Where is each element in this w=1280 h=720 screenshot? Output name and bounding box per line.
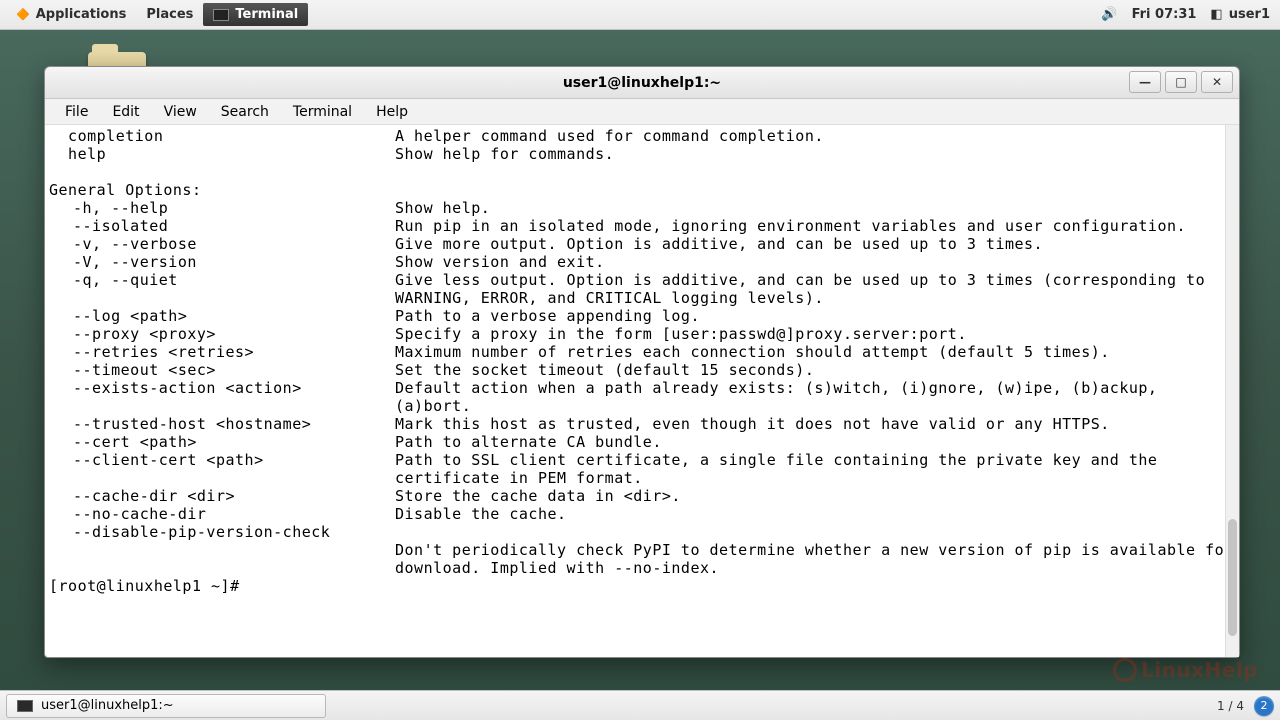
option-row: --no-cache-dirDisable the cache. bbox=[49, 505, 1235, 523]
activities-icon: 🔶 bbox=[16, 8, 30, 21]
applications-label: Applications bbox=[36, 7, 127, 22]
top-panel: 🔶 Applications Places Terminal 🔊 Fri 07:… bbox=[0, 0, 1280, 30]
window-title: user1@linuxhelp1:~ bbox=[563, 75, 721, 91]
option-row-trailing: Don't periodically check PyPI to determi… bbox=[49, 541, 1235, 577]
active-app-menu[interactable]: Terminal bbox=[203, 3, 308, 26]
terminal-output[interactable]: completionA helper command used for comm… bbox=[45, 125, 1239, 657]
watermark-logo: LinuxHelp bbox=[1113, 658, 1258, 682]
option-row: --exists-action <action>Default action w… bbox=[49, 379, 1235, 415]
shell-prompt[interactable]: [root@linuxhelp1 ~]# bbox=[49, 577, 1235, 595]
bottom-panel: user1@linuxhelp1:~ 1 / 4 2 bbox=[0, 690, 1280, 720]
workspace-switcher[interactable]: 2 bbox=[1254, 696, 1274, 716]
watermark-circle-icon bbox=[1113, 658, 1137, 682]
window-titlebar[interactable]: user1@linuxhelp1:~ — □ ✕ bbox=[45, 67, 1239, 99]
scrollbar-thumb[interactable] bbox=[1228, 519, 1237, 636]
taskbar-terminal[interactable]: user1@linuxhelp1:~ bbox=[6, 694, 326, 718]
active-app-label: Terminal bbox=[235, 7, 298, 22]
maximize-button[interactable]: □ bbox=[1165, 71, 1197, 93]
places-label: Places bbox=[146, 7, 193, 22]
option-row: --timeout <sec>Set the socket timeout (d… bbox=[49, 361, 1235, 379]
option-row: --cert <path>Path to alternate CA bundle… bbox=[49, 433, 1235, 451]
user-label: user1 bbox=[1229, 7, 1270, 22]
option-row: -h, --helpShow help. bbox=[49, 199, 1235, 217]
option-row: --cache-dir <dir>Store the cache data in… bbox=[49, 487, 1235, 505]
option-row: -V, --versionShow version and exit. bbox=[49, 253, 1235, 271]
user-switch-icon: ◧ bbox=[1210, 7, 1222, 22]
terminal-icon bbox=[213, 9, 229, 21]
option-row: --disable-pip-version-check bbox=[49, 523, 1235, 541]
menu-file[interactable]: File bbox=[53, 101, 100, 123]
taskbar-label: user1@linuxhelp1:~ bbox=[41, 698, 174, 713]
close-button[interactable]: ✕ bbox=[1201, 71, 1233, 93]
workspace-indicator[interactable]: 1 / 4 bbox=[1217, 699, 1244, 713]
menu-view[interactable]: View bbox=[152, 101, 209, 123]
menu-help[interactable]: Help bbox=[364, 101, 420, 123]
places-menu[interactable]: Places bbox=[136, 3, 203, 26]
option-row: --client-cert <path>Path to SSL client c… bbox=[49, 451, 1235, 487]
watermark-text: LinuxHelp bbox=[1141, 658, 1258, 682]
command-row: helpShow help for commands. bbox=[49, 145, 1235, 163]
minimize-button[interactable]: — bbox=[1129, 71, 1161, 93]
scrollbar[interactable] bbox=[1225, 125, 1239, 657]
option-row: --proxy <proxy>Specify a proxy in the fo… bbox=[49, 325, 1235, 343]
menu-search[interactable]: Search bbox=[209, 101, 281, 123]
section-header: General Options: bbox=[49, 181, 1235, 199]
clock[interactable]: Fri 07:31 bbox=[1132, 7, 1197, 22]
option-row: -v, --verboseGive more output. Option is… bbox=[49, 235, 1235, 253]
option-row: --log <path>Path to a verbose appending … bbox=[49, 307, 1235, 325]
terminal-icon bbox=[17, 700, 33, 712]
option-row: --isolatedRun pip in an isolated mode, i… bbox=[49, 217, 1235, 235]
menu-terminal[interactable]: Terminal bbox=[281, 101, 364, 123]
option-row: --trusted-host <hostname>Mark this host … bbox=[49, 415, 1235, 433]
volume-icon[interactable]: 🔊 bbox=[1101, 7, 1117, 22]
terminal-window: user1@linuxhelp1:~ — □ ✕ File Edit View … bbox=[44, 66, 1240, 658]
menubar: File Edit View Search Terminal Help bbox=[45, 99, 1239, 125]
applications-menu[interactable]: 🔶 Applications bbox=[6, 3, 136, 26]
option-row: --retries <retries>Maximum number of ret… bbox=[49, 343, 1235, 361]
command-row: completionA helper command used for comm… bbox=[49, 127, 1235, 145]
option-row: -q, --quietGive less output. Option is a… bbox=[49, 271, 1235, 307]
user-menu[interactable]: ◧ user1 bbox=[1210, 7, 1270, 22]
menu-edit[interactable]: Edit bbox=[100, 101, 151, 123]
